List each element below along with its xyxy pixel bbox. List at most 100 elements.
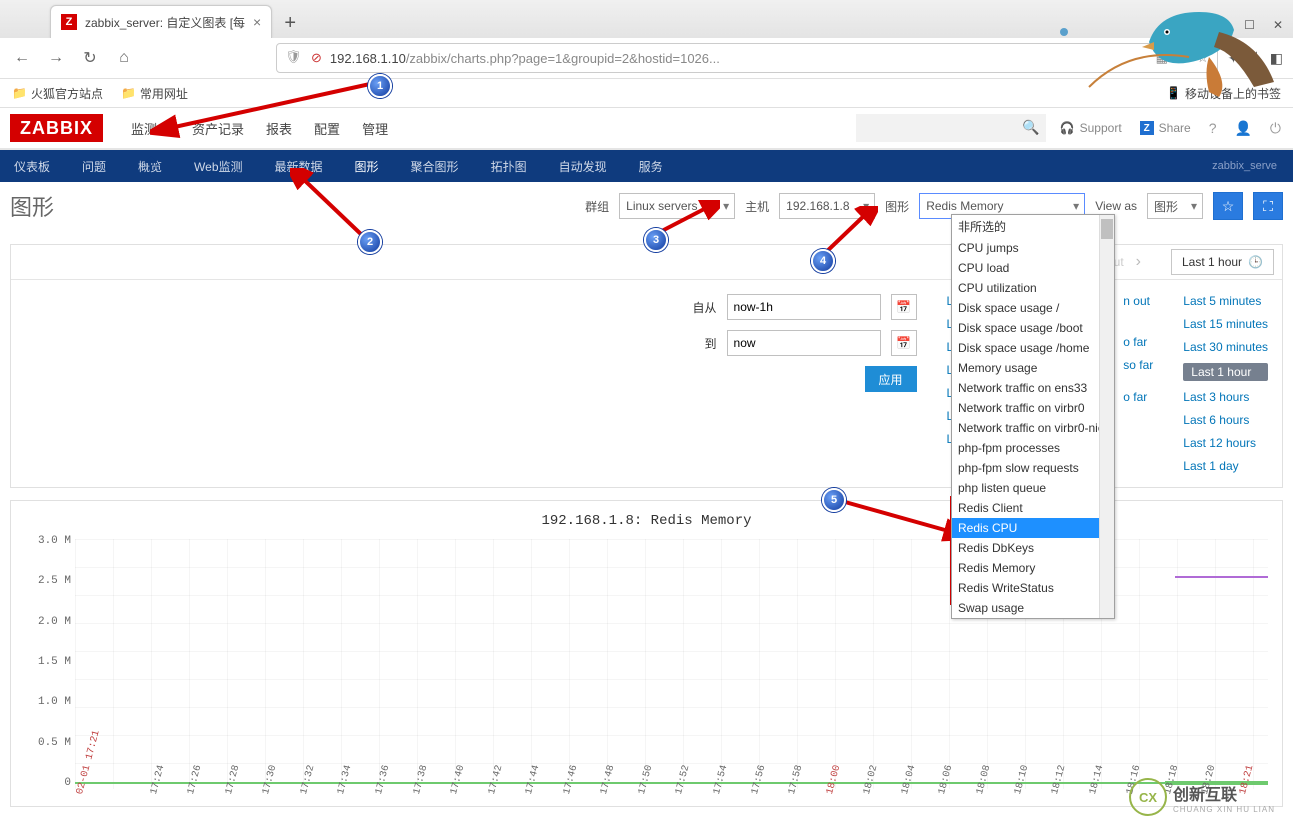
browser-forward-button[interactable]: → — [44, 46, 68, 70]
url-input[interactable]: 🛡 ⊘ 192.168.1.10/zabbix/charts.php?page=… — [276, 43, 1218, 73]
favicon-zabbix: Z — [61, 14, 77, 30]
sub-nav-item[interactable]: Web监测 — [188, 152, 248, 181]
logout-icon[interactable]: ⏻ — [1270, 120, 1281, 137]
bookmark-mobile[interactable]: 📱移动设备上的书签 — [1166, 85, 1281, 102]
group-select[interactable]: Linux servers — [619, 193, 735, 219]
time-preset-link[interactable]: Last 3 hours — [1183, 390, 1268, 404]
sub-nav-item[interactable]: 问题 — [76, 152, 112, 181]
apply-button[interactable]: 应用 — [865, 366, 917, 392]
from-label: 自从 — [693, 299, 717, 316]
window-minimize-icon[interactable]: — — [1214, 18, 1226, 32]
dropdown-option[interactable]: Redis DbKeys — [952, 538, 1114, 558]
footer-watermark: CX 创新互联 CHUANG XIN HU LIAN — [1129, 778, 1275, 816]
window-maximize-icon[interactable]: ☐ — [1244, 18, 1255, 32]
to-input[interactable] — [727, 330, 881, 356]
host-label: 主机 — [745, 198, 769, 215]
zabbix-logo[interactable]: ZABBIX — [10, 114, 103, 142]
dropdown-option[interactable]: Swap usage — [952, 598, 1114, 618]
dropdown-option[interactable]: php listen queue — [952, 478, 1114, 498]
top-nav-item[interactable]: 管理 — [362, 119, 388, 138]
dropdown-option[interactable]: Redis Memory — [952, 558, 1114, 578]
from-input[interactable] — [727, 294, 881, 320]
time-preset-link[interactable]: Last 30 minutes — [1183, 340, 1268, 354]
dropdown-option[interactable]: Network traffic on virbr0 — [952, 398, 1114, 418]
clock-icon: 🕒 — [1248, 255, 1263, 269]
zabbix-header: ZABBIX 监测中 资产记录 报表 配置 管理 🔍 🎧Support ZShare ?… — [0, 108, 1293, 150]
time-preset-link[interactable]: Last 15 minutes — [1183, 317, 1268, 331]
help-icon[interactable]: ? — [1209, 120, 1217, 136]
top-nav-item[interactable]: 监测中 — [131, 119, 170, 138]
top-nav-item[interactable]: 配置 — [314, 119, 340, 138]
dropdown-option[interactable]: Disk space usage /boot — [952, 318, 1114, 338]
search-icon: 🔍 — [1022, 119, 1039, 136]
sidebar-icon[interactable]: ◧ — [1270, 50, 1283, 67]
dropdown-option[interactable]: CPU utilization — [952, 278, 1114, 298]
dropdown-option[interactable]: php-fpm processes — [952, 438, 1114, 458]
sub-nav-item[interactable]: 服务 — [633, 152, 669, 181]
sub-nav-item[interactable]: 聚合图形 — [405, 152, 465, 181]
user-icon[interactable]: 👤 — [1234, 120, 1251, 137]
window-close-icon[interactable]: ✕ — [1273, 18, 1283, 32]
dropdown-option[interactable]: CPU load — [952, 258, 1114, 278]
top-nav-item[interactable]: 报表 — [266, 119, 292, 138]
support-link[interactable]: 🎧Support — [1060, 121, 1122, 135]
top-nav-item[interactable]: 资产记录 — [192, 119, 244, 138]
sub-nav-item[interactable]: 拓扑图 — [485, 152, 533, 181]
browser-home-button[interactable]: ⌂ — [112, 46, 136, 70]
viewas-label: View as — [1095, 199, 1137, 213]
dropdown-option[interactable]: Redis CPU — [952, 518, 1114, 538]
sub-nav-item[interactable]: 图形 — [349, 152, 385, 181]
favorite-button[interactable]: ☆ — [1213, 192, 1243, 220]
time-preset-link[interactable]: Last 6 hours — [1183, 413, 1268, 427]
viewas-select[interactable]: 图形 — [1147, 193, 1203, 219]
dropdown-option[interactable]: Network traffic on ens33 — [952, 378, 1114, 398]
dropdown-option[interactable]: php-fpm slow requests — [952, 458, 1114, 478]
browser-reload-button[interactable]: ↻ — [78, 46, 102, 70]
dropdown-option[interactable]: Redis Client — [952, 498, 1114, 518]
tab-close-icon[interactable]: × — [253, 14, 261, 30]
dropdown-option[interactable]: Network traffic on virbr0-nic — [952, 418, 1114, 438]
sub-nav-item[interactable]: 自动发现 — [553, 152, 613, 181]
graph-select-dropdown[interactable]: 非所选的CPU jumpsCPU loadCPU utilizationDisk… — [951, 214, 1115, 619]
dropdown-option[interactable]: Redis WriteStatus — [952, 578, 1114, 598]
dropdown-option[interactable]: Disk space usage /home — [952, 338, 1114, 358]
library-icon[interactable]: ⫼ — [1251, 50, 1257, 67]
dropdown-option[interactable]: Disk space usage / — [952, 298, 1114, 318]
graph-label: 图形 — [885, 198, 909, 215]
fullscreen-button[interactable]: ⛶ — [1253, 192, 1283, 220]
sub-nav: 仪表板问题概览Web监测最新数据图形聚合图形拓扑图自动发现服务zabbix_se… — [0, 150, 1293, 182]
dropdown-option[interactable]: Memory usage — [952, 358, 1114, 378]
browser-back-button[interactable]: ← — [10, 46, 34, 70]
calendar-icon[interactable]: 📅 — [891, 330, 917, 356]
sub-nav-item[interactable]: 最新数据 — [269, 152, 329, 181]
time-preset-link[interactable]: Last 1 hour — [1183, 363, 1268, 381]
time-preset-link[interactable]: Last 5 minutes — [1183, 294, 1268, 308]
tracking-shield-icon: 🛡 — [285, 49, 303, 67]
bookmark-firefox[interactable]: 📁火狐官方站点 — [12, 85, 103, 102]
browser-tab[interactable]: Z zabbix_server: 自定义图表 [每 × — [50, 5, 272, 38]
top-nav: 监测中 资产记录 报表 配置 管理 — [131, 119, 388, 138]
tab-title: zabbix_server: 自定义图表 [每 — [85, 14, 245, 31]
bookmark-star-icon[interactable]: ☆ — [1197, 50, 1209, 66]
chart-xaxis: 02-01 17:2117:2417:2617:2817:3017:3217:3… — [75, 793, 1268, 804]
to-label: 到 — [705, 335, 717, 352]
last-interval-pill[interactable]: Last 1 hour🕒 — [1171, 249, 1274, 275]
dropdown-scrollbar[interactable] — [1099, 215, 1114, 618]
extensions-icon[interactable]: ✦ — [1228, 50, 1240, 67]
host-select[interactable]: 192.168.1.8 — [779, 193, 875, 219]
time-preset-col4: Last 5 minutes Last 15 minutes Last 30 min… — [1183, 294, 1268, 473]
time-preset-link[interactable]: Last 1 day — [1183, 459, 1268, 473]
new-tab-button[interactable]: + — [272, 8, 308, 38]
server-label: zabbix_serve — [1212, 160, 1277, 172]
bookmark-common[interactable]: 📁常用网址 — [121, 85, 188, 102]
calendar-icon[interactable]: 📅 — [891, 294, 917, 320]
share-link[interactable]: ZShare — [1140, 121, 1191, 135]
group-label: 群组 — [585, 198, 609, 215]
global-search-input[interactable]: 🔍 — [856, 114, 1046, 142]
dropdown-option[interactable]: CPU jumps — [952, 238, 1114, 258]
sub-nav-item[interactable]: 仪表板 — [8, 152, 56, 181]
time-preset-link[interactable]: Last 12 hours — [1183, 436, 1268, 450]
browser-tab-strip: Z zabbix_server: 自定义图表 [每 × + — ☐ ✕ — [0, 0, 1293, 38]
filter-bar: 群组 Linux servers 主机 192.168.1.8 图形 Redis… — [585, 192, 1283, 220]
dropdown-option[interactable]: 非所选的 — [952, 215, 1114, 238]
